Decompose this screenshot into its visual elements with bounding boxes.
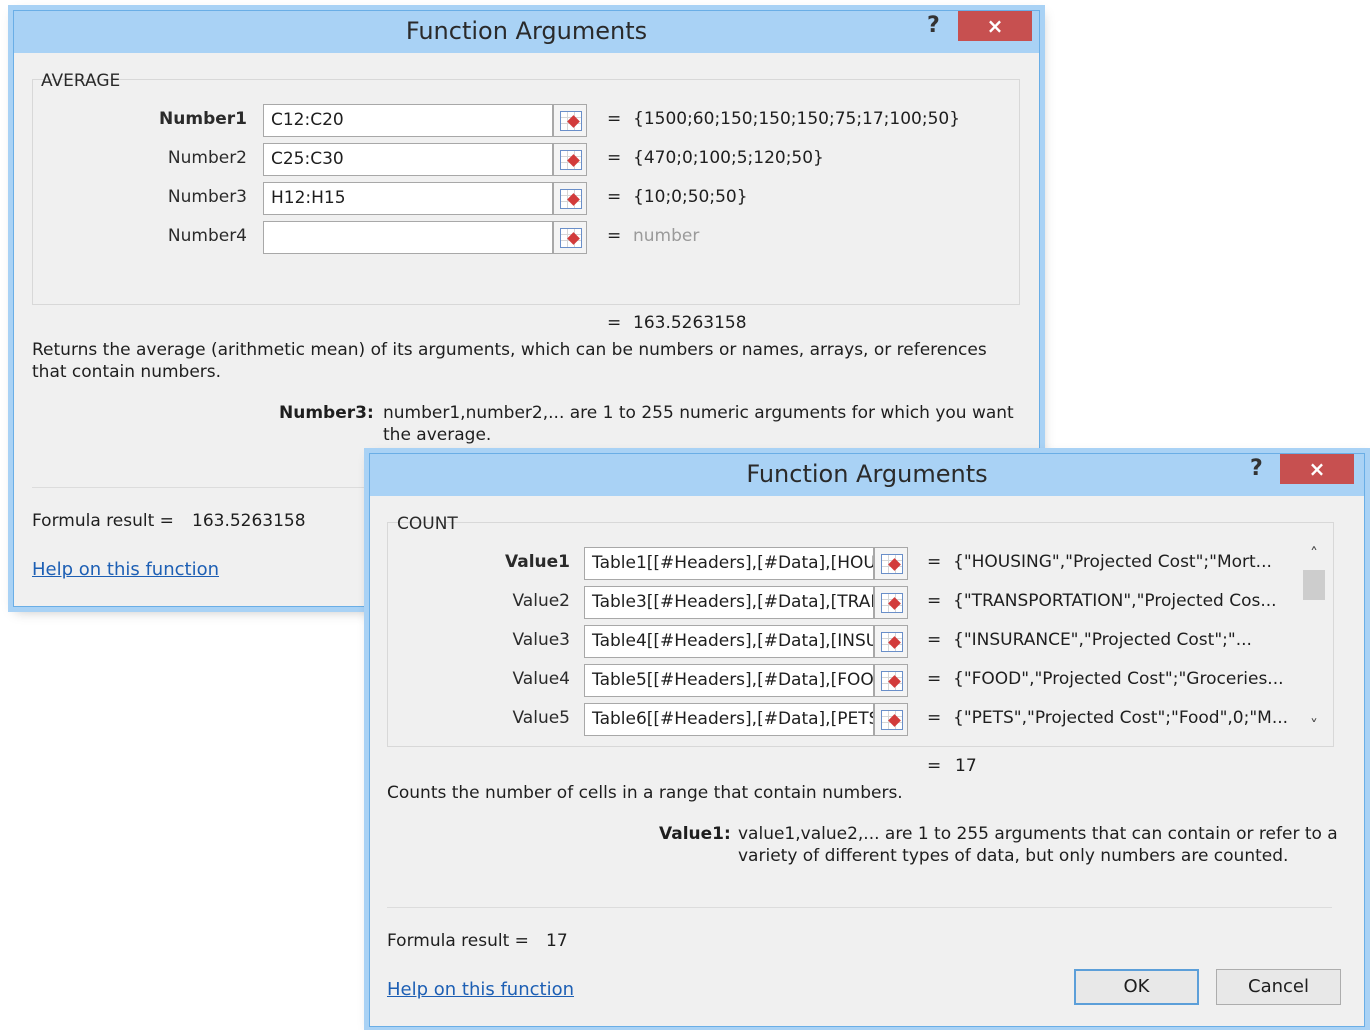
arg-label-number3: Number3 [167,187,247,207]
arg-result-value5: {"PETS","Projected Cost";"Food",0;"M... [953,708,1289,728]
equals-sign: = [927,708,942,728]
scroll-up-icon[interactable]: ˄ [1300,544,1328,563]
title-bar[interactable]: Function Arguments ? × [370,454,1364,496]
equals-sign: = [607,187,622,207]
arg-label-value1: Value1 [505,552,570,572]
function-total-result: 163.5263158 [633,313,747,333]
collapse-dialog-button[interactable] [874,664,908,697]
value5-input[interactable]: Table6[[#Headers],[#Data],[PETS [584,703,874,736]
arg-label-number2: Number2 [167,148,247,168]
scrollbar-thumb[interactable] [1303,570,1325,600]
collapse-dialog-button[interactable] [553,182,587,215]
arg-result-value4: {"FOOD","Projected Cost";"Groceries... [953,669,1284,689]
equals-sign: = [927,630,942,650]
equals-sign: = [607,148,622,168]
arg-label-value4: Value4 [512,669,571,689]
arg-help-text: value1,value2,... are 1 to 255 arguments… [738,824,1338,866]
value4-input[interactable]: Table5[[#Headers],[#Data],[FOO [584,664,874,697]
arg-help-text: number1,number2,... are 1 to 255 numeric… [383,403,1014,445]
ok-button[interactable]: OK [1074,969,1199,1005]
arg-help-label: Value1: [659,824,731,844]
arg-result-number4: number [633,226,700,246]
help-on-this-function-link[interactable]: Help on this function [32,559,219,580]
dialog-title: Function Arguments [405,17,648,45]
formula-result-label: Formula result = [32,511,174,531]
function-name: AVERAGE [41,71,121,91]
arg-result-value2: {"TRANSPORTATION","Projected Cos... [953,591,1277,611]
value3-input[interactable]: Table4[[#Headers],[#Data],[INSU [584,625,874,658]
dialog-body: COUNT Value1 Table1[[#Headers],[#Data],[… [370,496,1364,1026]
equals-sign: = [607,313,622,333]
count-function-arguments-dialog: Function Arguments ? × COUNT Value1 Tabl… [369,453,1365,1027]
function-description: Counts the number of cells in a range th… [387,783,903,803]
collapse-dialog-button[interactable] [553,143,587,176]
arg-label-number4: Number4 [167,226,247,246]
close-button[interactable]: × [1280,454,1354,484]
number4-input[interactable] [263,221,553,254]
formula-result-value: 163.5263158 [192,511,306,531]
formula-result-label: Formula result = [387,931,529,951]
close-button[interactable]: × [958,11,1032,41]
equals-sign: = [927,756,942,776]
number1-input[interactable]: C12:C20 [263,104,553,137]
value2-input[interactable]: Table3[[#Headers],[#Data],[TRAN [584,586,874,619]
equals-sign: = [607,109,622,129]
dialog-title: Function Arguments [746,460,988,488]
function-description: Returns the average (arithmetic mean) of… [32,340,987,382]
arg-label-number1: Number1 [159,109,247,129]
function-name: COUNT [397,514,458,534]
cancel-button[interactable]: Cancel [1216,969,1341,1005]
arg-label-value2: Value2 [512,591,571,611]
equals-sign: = [927,669,942,689]
arg-result-number3: {10;0;50;50} [633,187,748,207]
arg-label-value5: Value5 [512,708,571,728]
collapse-dialog-button[interactable] [874,547,908,580]
equals-sign: = [927,591,942,611]
number2-input[interactable]: C25:C30 [263,143,553,176]
arg-result-value1: {"HOUSING","Projected Cost";"Mort... [953,552,1272,572]
equals-sign: = [607,226,622,246]
help-on-this-function-link[interactable]: Help on this function [387,979,574,1000]
help-icon[interactable]: ? [927,13,940,38]
arg-result-value3: {"INSURANCE","Projected Cost";"... [953,630,1252,650]
collapse-dialog-button[interactable] [553,221,587,254]
divider [387,907,1332,908]
formula-result-value: 17 [546,931,568,951]
scroll-down-icon[interactable]: ˅ [1300,716,1328,735]
collapse-dialog-button[interactable] [874,586,908,619]
arg-label-value3: Value3 [512,630,571,650]
value1-input[interactable]: Table1[[#Headers],[#Data],[HOU [584,547,874,580]
arg-help-label: Number3: [279,403,374,423]
arg-result-number1: {1500;60;150;150;150;75;17;100;50} [633,109,961,129]
collapse-dialog-button[interactable] [553,104,587,137]
arguments-scrollbar[interactable]: ˄ ˅ [1300,544,1328,744]
title-bar[interactable]: Function Arguments ? × [14,11,1039,53]
arg-result-number2: {470;0;100;5;120;50} [633,148,824,168]
collapse-dialog-button[interactable] [874,625,908,658]
help-icon[interactable]: ? [1250,456,1263,481]
collapse-dialog-button[interactable] [874,703,908,736]
equals-sign: = [927,552,942,572]
function-total-result: 17 [955,756,977,776]
number3-input[interactable]: H12:H15 [263,182,553,215]
